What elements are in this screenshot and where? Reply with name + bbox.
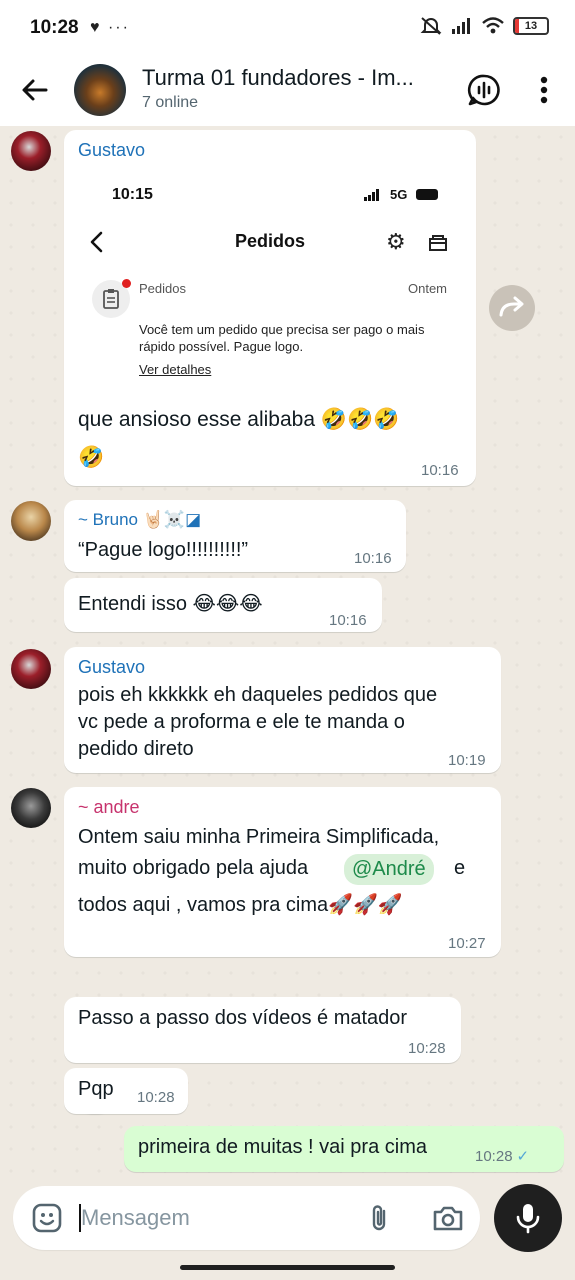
group-title[interactable]: Turma 01 fundadores - Im...: [142, 65, 447, 91]
message-bubble[interactable]: ~ Bruno 🤘🏻☠️◪ “Pague logo!!!!!!!!!!” 10:…: [64, 500, 406, 572]
avatar[interactable]: [11, 788, 51, 828]
message-time: 10:16: [421, 462, 459, 479]
signal-icon: [364, 189, 379, 201]
avatar[interactable]: [11, 649, 51, 689]
battery-percent: 13: [524, 20, 538, 32]
avatar[interactable]: [11, 501, 51, 541]
status-bar: 10:28 ♥ ··· 13: [0, 0, 575, 56]
message-line: e: [454, 857, 466, 879]
message-text-cont: 🤣: [78, 446, 105, 469]
mention-chip[interactable]: @André: [344, 854, 434, 885]
status-indicators: 13: [419, 16, 549, 36]
message-time: 10:19: [448, 752, 486, 769]
home-indicator[interactable]: [180, 1265, 395, 1270]
attach-icon[interactable]: [363, 1202, 395, 1234]
outgoing-message-bubble[interactable]: primeira de muitas ! vai pra cima 10:28 ✓: [124, 1126, 564, 1172]
chat-header: Turma 01 fundadores - Im... 7 online: [0, 56, 575, 126]
notification-icons: ♥ ···: [90, 19, 130, 36]
forward-icon: [499, 296, 524, 317]
message-time: 10:16: [329, 612, 367, 629]
message-text: Passo a passo dos vídeos é matador: [78, 1007, 408, 1029]
message-time: 10:28 ✓: [475, 1147, 529, 1165]
signal-icon: [452, 18, 470, 34]
message-time: 10:16: [354, 550, 392, 567]
message-text: Pqp: [78, 1078, 114, 1100]
composer-box[interactable]: [13, 1186, 480, 1250]
camera-icon[interactable]: [431, 1202, 465, 1234]
message-text: que ansioso esse alibaba 🤣🤣🤣: [78, 408, 400, 431]
sender-name[interactable]: ~ Bruno 🤘🏻☠️◪: [78, 510, 201, 530]
message-bubble[interactable]: Pqp 10:28: [64, 1068, 188, 1114]
notification-body: Você tem um pedido que precisa ser pago …: [139, 322, 425, 354]
emoji-icon[interactable]: [31, 1202, 63, 1234]
shop-icon: [429, 235, 447, 251]
battery-level: [515, 19, 520, 33]
mute-icon: [420, 17, 442, 35]
avatar[interactable]: [11, 131, 51, 171]
sender-name[interactable]: Gustavo: [78, 657, 145, 678]
embed-network: 5G: [390, 187, 408, 202]
sent-check-icon: ✓: [516, 1148, 530, 1165]
screenshot-image[interactable]: 10:15 5G Pedidos ⚙ Pedidos Ontem Você te…: [78, 168, 462, 390]
message-bubble[interactable]: ~ andre Ontem saiu minha Primeira Simpli…: [64, 787, 501, 957]
message-time-text: 10:28: [475, 1148, 513, 1165]
sender-name[interactable]: ~ andre: [78, 797, 140, 818]
message-bubble[interactable]: Entendi isso 😂😂😂 10:16: [64, 578, 382, 632]
message-line: muito obrigado pela ajuda: [78, 857, 309, 879]
embed-status-time: 10:15: [112, 186, 153, 203]
message-text: “Pague logo!!!!!!!!!!”: [78, 539, 249, 561]
composer-bar: [0, 1184, 575, 1280]
message-line: todos aqui , vamos pra cima🚀🚀🚀: [78, 894, 403, 916]
message-text: Entendi isso 😂😂😂: [78, 593, 263, 615]
online-count: 7 online: [142, 94, 199, 111]
message-line: vc pede a proforma e ele te manda o: [78, 711, 405, 733]
message-bubble[interactable]: Passo a passo dos vídeos é matador 10:28: [64, 997, 461, 1063]
message-line: Ontem saiu minha Primeira Simplificada,: [78, 826, 440, 848]
message-time: 10:28: [408, 1040, 446, 1057]
sender-name[interactable]: Gustavo: [78, 140, 145, 161]
notification-title: Pedidos: [139, 281, 186, 296]
message-time: 10:28: [137, 1089, 175, 1106]
details-link: Ver detalhes: [139, 362, 212, 377]
chat-area[interactable]: Gustavo 10:15 5G Pedidos ⚙ Pedidos Ontem…: [0, 126, 575, 1186]
gear-icon: ⚙: [386, 229, 406, 254]
mic-button[interactable]: [494, 1184, 562, 1252]
notification-dot: [122, 279, 131, 288]
notification-date: Ontem: [407, 281, 447, 296]
message-text: primeira de muitas ! vai pra cima: [138, 1136, 427, 1158]
forward-button[interactable]: [489, 285, 535, 331]
voice-chat-icon[interactable]: [466, 72, 502, 108]
battery-icon: [416, 189, 438, 200]
group-avatar[interactable]: [74, 64, 126, 116]
status-time: 10:28: [30, 17, 79, 38]
battery-icon: 13: [513, 17, 549, 35]
message-input[interactable]: [81, 1196, 351, 1240]
message-bubble[interactable]: Gustavo pois eh kkkkkk eh daqueles pedid…: [64, 647, 501, 773]
message-time: 10:27: [448, 935, 486, 952]
message-line: pois eh kkkkkk eh daqueles pedidos que: [78, 684, 438, 706]
message-bubble[interactable]: Gustavo 10:15 5G Pedidos ⚙ Pedidos Ontem…: [64, 130, 476, 486]
message-line: pedido direto: [78, 738, 194, 760]
wifi-icon: [482, 17, 504, 34]
back-arrow-icon[interactable]: [18, 73, 52, 107]
mic-icon: [516, 1204, 540, 1234]
more-vertical-icon[interactable]: [530, 72, 558, 108]
